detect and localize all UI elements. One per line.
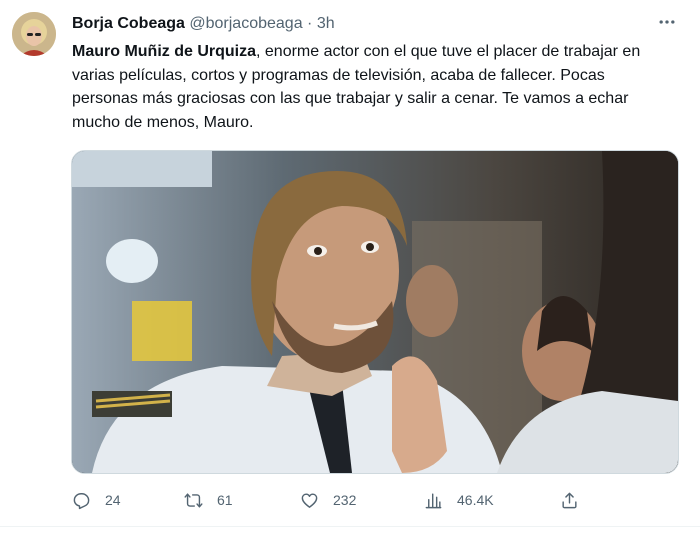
avatar[interactable] [12, 12, 56, 56]
views-icon [425, 492, 442, 508]
author-handle[interactable]: @borjacobeaga [189, 15, 302, 32]
reply-icon [73, 492, 90, 509]
retweet-icon [184, 492, 203, 508]
separator-dot: · [307, 15, 313, 32]
tweet-media[interactable] [71, 150, 679, 474]
like-button[interactable]: 232 [300, 488, 356, 512]
divider [0, 526, 700, 527]
tweet[interactable]: Borja Cobeaga @borjacobeaga · 3h Mauro M… [0, 0, 700, 536]
tweet-text: Mauro Muñiz de Urquiza, enorme actor con… [72, 40, 672, 134]
author-name[interactable]: Borja Cobeaga [72, 15, 185, 32]
share-button[interactable] [560, 488, 579, 512]
avatar-image [12, 12, 56, 56]
views-button[interactable]: 46.4K [424, 488, 494, 512]
media-image [72, 151, 678, 473]
more-icon [659, 20, 675, 24]
tweet-time[interactable]: 3h [317, 15, 335, 32]
retweet-count: 61 [217, 492, 233, 508]
reply-count: 24 [105, 492, 121, 508]
like-count: 232 [333, 492, 357, 508]
tweet-actions: 24 61 232 46.4K [72, 488, 592, 512]
reply-button[interactable]: 24 [72, 488, 121, 512]
tweet-header: Borja Cobeaga @borjacobeaga · 3h [72, 14, 335, 34]
retweet-button[interactable]: 61 [184, 488, 233, 512]
tweet-mention: Mauro Muñiz de Urquiza [72, 43, 256, 60]
more-button[interactable] [652, 10, 682, 34]
views-count: 46.4K [457, 492, 494, 508]
like-icon [301, 492, 318, 508]
share-icon [562, 492, 577, 508]
